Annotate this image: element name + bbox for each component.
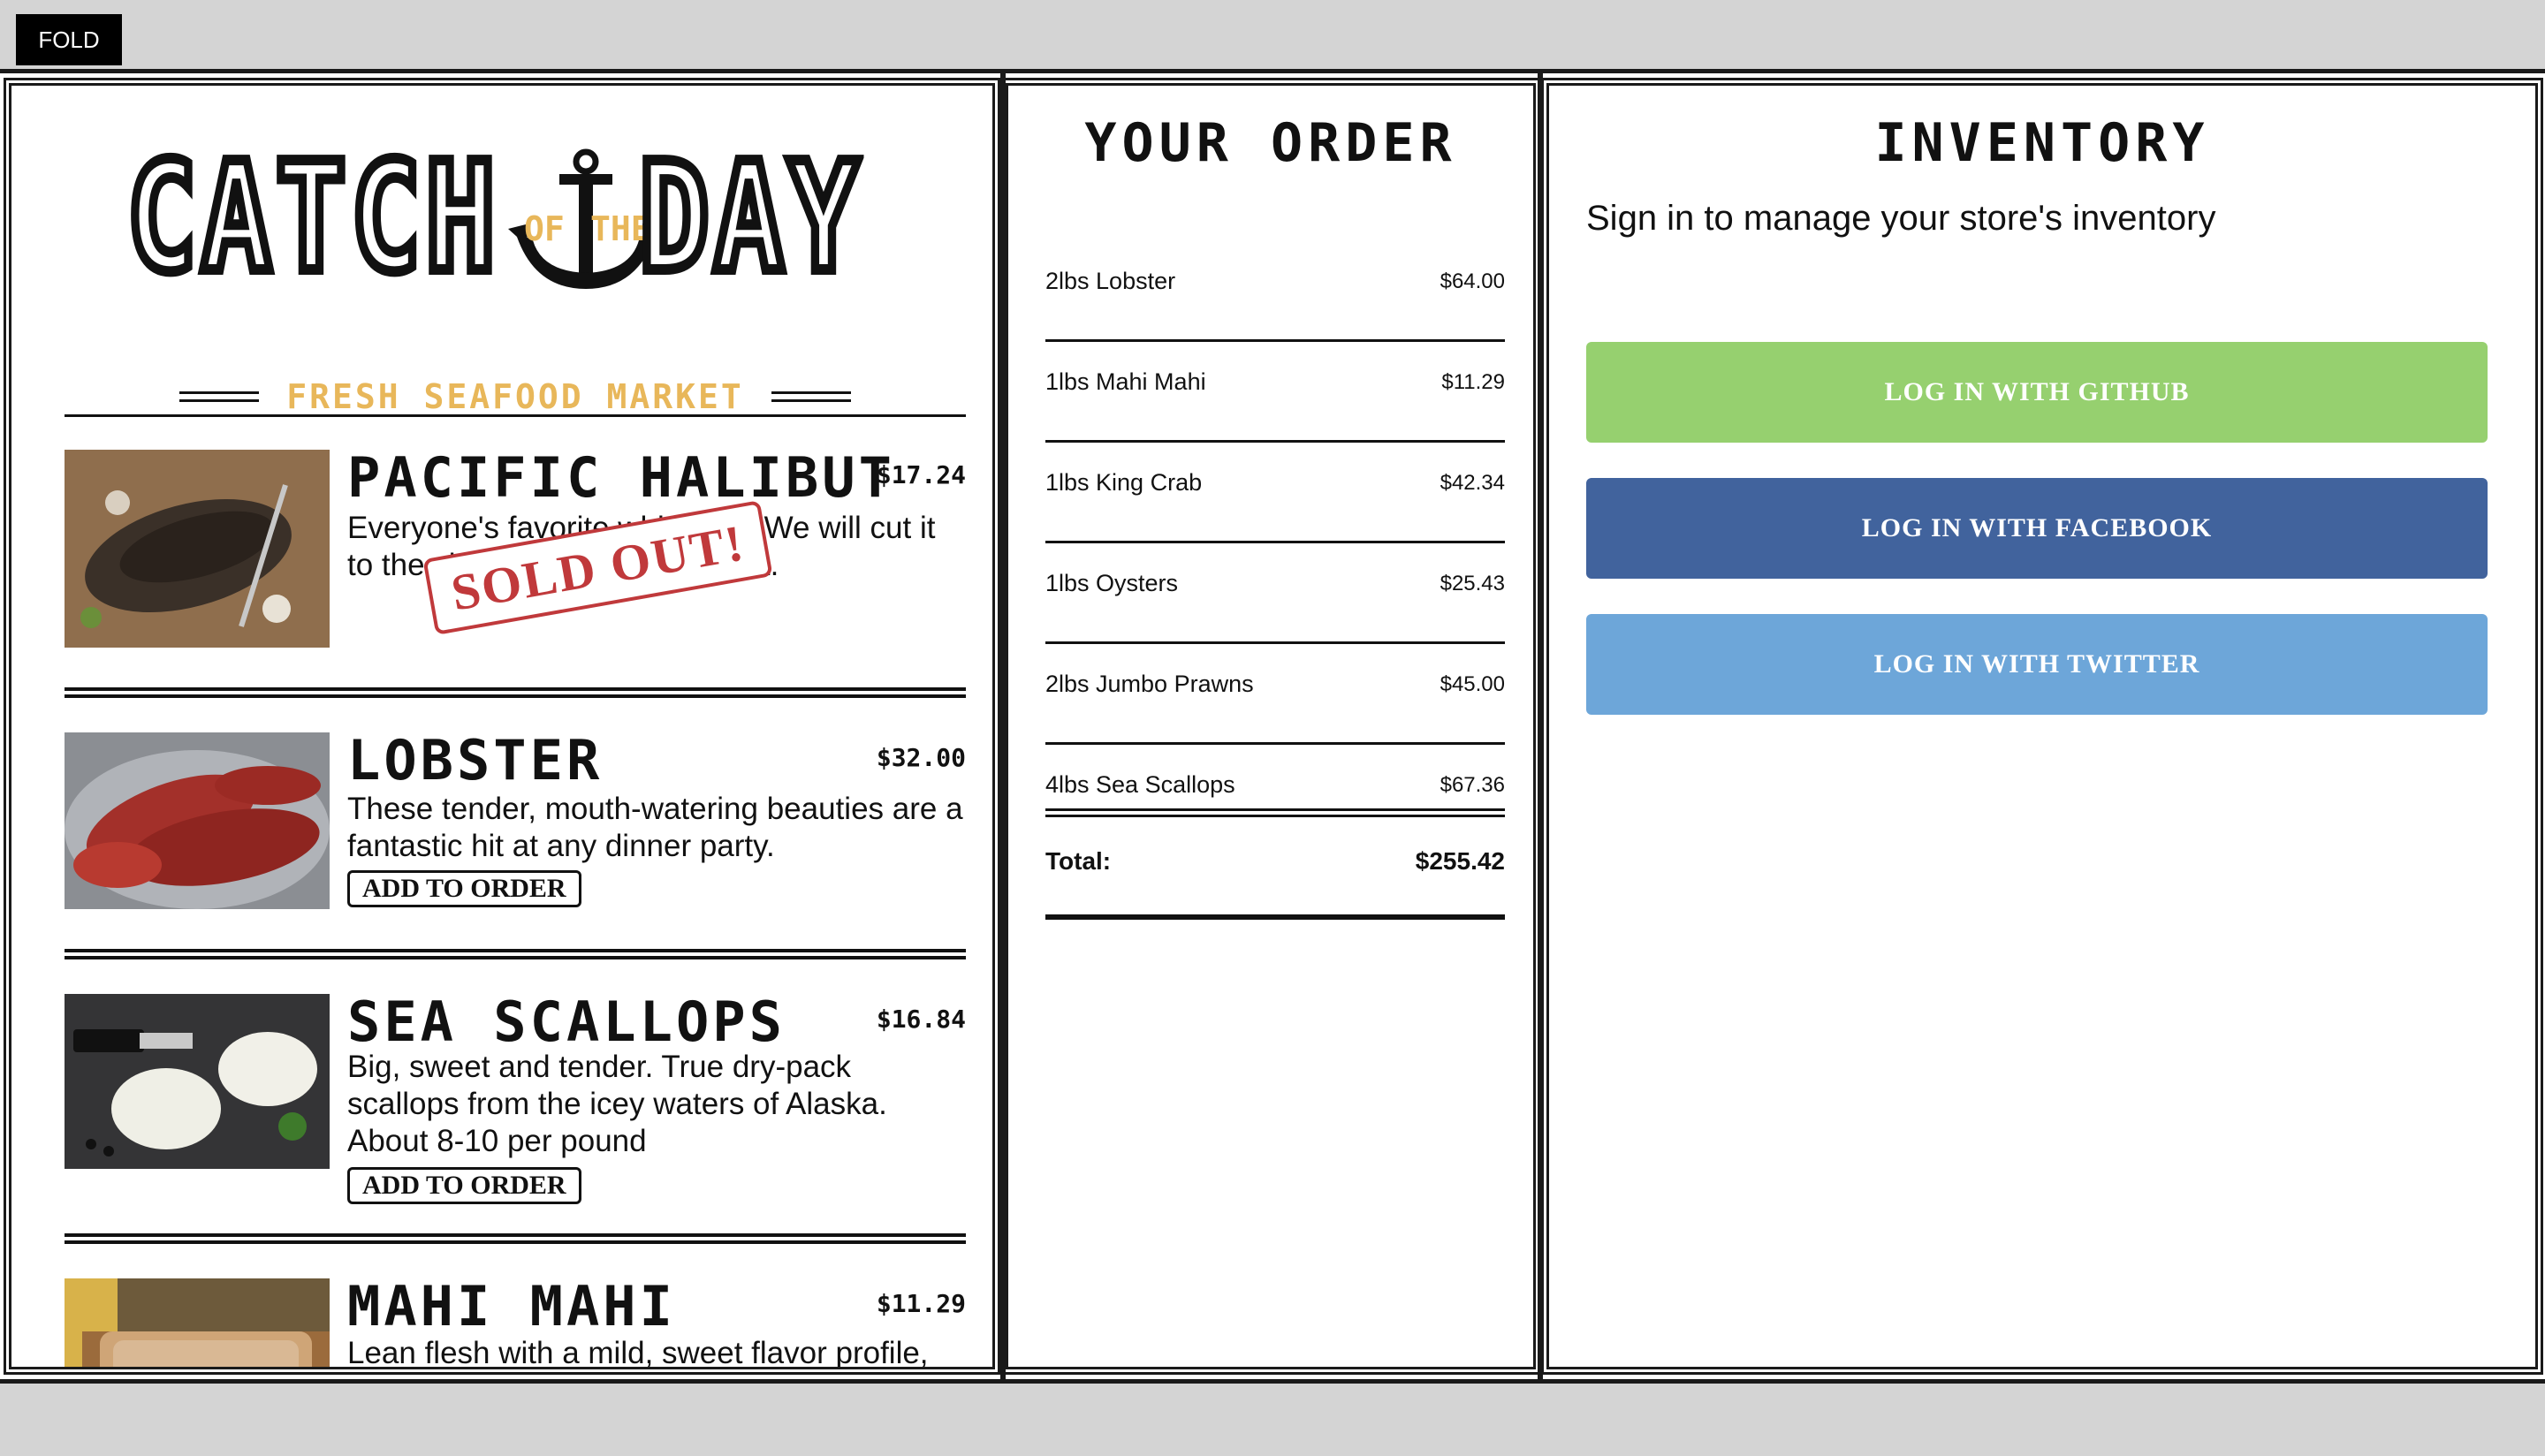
halibut-photo bbox=[65, 450, 330, 648]
menu-panel: CATCH OF THE DAY FRESH SEAFOOD MARKET PA… bbox=[4, 78, 1000, 1375]
order-item-name: 2lbs Lobster bbox=[1045, 268, 1176, 294]
order-item: 2lbs Jumbo Prawns $45.00 bbox=[1045, 644, 1505, 745]
store-panels: CATCH OF THE DAY FRESH SEAFOOD MARKET PA… bbox=[0, 69, 2545, 1384]
fish-item-lobster: LOBSTER $32.00 These tender, mouth-water… bbox=[65, 732, 966, 944]
fish-item-scallops: SEA SCALLOPS $16.84 Big, sweet and tende… bbox=[65, 994, 966, 1206]
login-facebook-button[interactable]: LOG IN WITH FACEBOOK bbox=[1586, 478, 2488, 579]
order-item-amount: $67.36 bbox=[1440, 773, 1505, 797]
order-item: 1lbs Oysters $25.43 bbox=[1045, 543, 1505, 644]
fish-name: PACIFIC HALIBUT bbox=[347, 445, 895, 510]
login-twitter-button[interactable]: LOG IN WITH TWITTER bbox=[1586, 614, 2488, 715]
fish-item-mahi-mahi: MAHI MAHI $11.29 Lean flesh with a mild,… bbox=[65, 1274, 966, 1370]
logo-word-day: DAY bbox=[634, 131, 863, 306]
tagline-left-lines bbox=[179, 391, 259, 402]
order-list: 2lbs Lobster $64.00 1lbs Mahi Mahi $11.2… bbox=[1045, 241, 1505, 846]
fish-description: These tender, mouth-watering beauties ar… bbox=[347, 792, 963, 863]
item-divider bbox=[65, 687, 966, 698]
fish-description: Lean flesh with a mild, sweet flavor pro… bbox=[347, 1336, 929, 1370]
order-item-name: 4lbs Sea Scallops bbox=[1045, 771, 1235, 798]
fish-price: $17.24 bbox=[876, 460, 966, 489]
order-item-name: 1lbs King Crab bbox=[1045, 469, 1203, 496]
order-panel: YOUR ORDER 2lbs Lobster $64.00 1lbs Mahi… bbox=[1000, 78, 1541, 1375]
login-github-button[interactable]: LOG IN WITH GITHUB bbox=[1586, 342, 2488, 443]
order-bottom-rule bbox=[1045, 914, 1505, 920]
order-item: 1lbs Mahi Mahi $11.29 bbox=[1045, 342, 1505, 443]
item-divider bbox=[65, 1233, 966, 1244]
order-item-name: 1lbs Oysters bbox=[1045, 570, 1179, 596]
inventory-title: INVENTORY bbox=[1874, 112, 2210, 174]
fold-button[interactable]: FOLD bbox=[16, 14, 122, 65]
logo-word-catch: CATCH bbox=[122, 131, 500, 306]
tagline-text: FRESH SEAFOOD MARKET bbox=[286, 377, 744, 416]
scallops-photo bbox=[65, 994, 330, 1169]
order-item: 1lbs King Crab $42.34 bbox=[1045, 443, 1505, 543]
fish-item-halibut: PACIFIC HALIBUT $17.24 Everyone's favori… bbox=[65, 450, 966, 662]
inventory-subtitle: Sign in to manage your store's inventory bbox=[1586, 199, 2216, 238]
order-item-amount: $42.34 bbox=[1440, 471, 1505, 495]
fish-description: Big, sweet and tender. True dry-pack sca… bbox=[347, 1050, 887, 1158]
fish-price: $32.00 bbox=[876, 743, 966, 772]
panel-divider bbox=[1538, 73, 1543, 1379]
order-item-name: 2lbs Jumbo Prawns bbox=[1045, 671, 1254, 697]
mahi-photo bbox=[65, 1278, 330, 1367]
order-item-amount: $45.00 bbox=[1440, 672, 1505, 696]
add-to-order-button[interactable]: ADD TO ORDER bbox=[347, 870, 581, 907]
order-total-value: $255.42 bbox=[1415, 847, 1505, 875]
order-title: YOUR ORDER bbox=[1084, 112, 1457, 174]
order-item: 2lbs Lobster $64.00 bbox=[1045, 241, 1505, 342]
fish-name: LOBSTER bbox=[347, 728, 604, 792]
header-rule bbox=[65, 414, 966, 417]
store-logo: CATCH OF THE DAY bbox=[122, 131, 886, 306]
order-item-amount: $11.29 bbox=[1441, 370, 1505, 394]
inventory-panel: INVENTORY Sign in to manage your store's… bbox=[1541, 78, 2543, 1375]
order-item-amount: $64.00 bbox=[1440, 269, 1505, 293]
add-to-order-button[interactable]: ADD TO ORDER bbox=[347, 1167, 581, 1204]
lobster-photo bbox=[65, 732, 330, 909]
tagline-right-lines bbox=[771, 391, 851, 402]
order-item: 4lbs Sea Scallops $67.36 bbox=[1045, 745, 1505, 846]
item-divider bbox=[65, 949, 966, 959]
fish-name: SEA SCALLOPS bbox=[347, 990, 786, 1054]
order-item-amount: $25.43 bbox=[1440, 572, 1505, 595]
panel-divider bbox=[1000, 73, 1006, 1379]
order-total-divider bbox=[1045, 808, 1505, 817]
fish-price: $16.84 bbox=[876, 1005, 966, 1034]
logo-of-text: OF bbox=[524, 209, 565, 248]
order-total-label: Total: bbox=[1045, 847, 1112, 875]
fish-price: $11.29 bbox=[876, 1289, 966, 1318]
logo-tagline: FRESH SEAFOOD MARKET bbox=[179, 377, 851, 416]
fish-name: MAHI MAHI bbox=[347, 1274, 676, 1338]
order-item-name: 1lbs Mahi Mahi bbox=[1045, 368, 1206, 395]
